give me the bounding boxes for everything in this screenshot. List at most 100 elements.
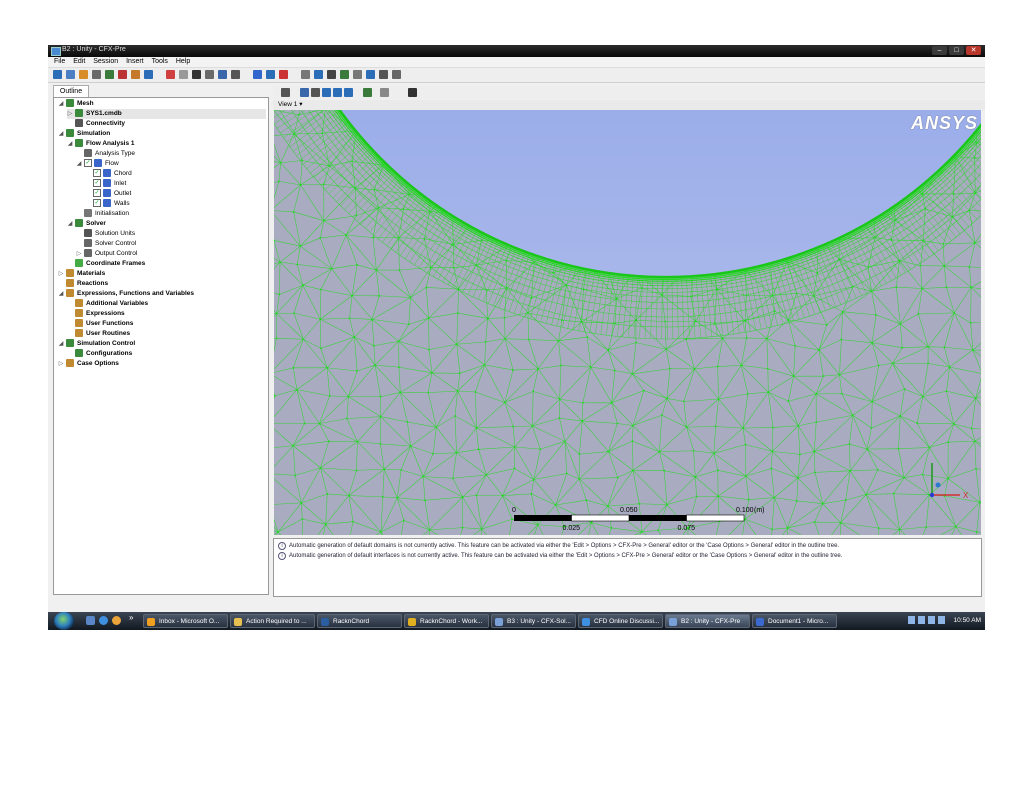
menu-session[interactable]: Session <box>93 57 118 67</box>
menu-insert[interactable]: Insert <box>126 57 144 67</box>
expand-icon[interactable]: ▷ <box>67 109 73 119</box>
tree-item[interactable]: Analysis Type <box>76 149 266 159</box>
toolbar-button-icon[interactable] <box>379 70 388 79</box>
close-button[interactable]: ✕ <box>966 46 981 55</box>
zoom-box-icon[interactable] <box>333 88 342 97</box>
toolbar-button-icon[interactable] <box>266 70 275 79</box>
tree-item[interactable]: Coordinate Frames <box>67 259 266 269</box>
viewport-layout-icon[interactable] <box>380 88 389 97</box>
collapse-icon[interactable]: ◢ <box>58 289 64 299</box>
toolbar-button-icon[interactable] <box>144 70 153 79</box>
tree-item[interactable]: ▷ Output Control <box>76 249 266 259</box>
toolbar-button-icon[interactable] <box>231 70 240 79</box>
tree-item[interactable]: ▷ Materials <box>58 269 266 279</box>
collapse-icon[interactable]: ◢ <box>58 339 64 349</box>
taskbar-button[interactable]: CFD Online Discussi... <box>578 614 663 628</box>
visibility-checkbox[interactable]: ✓ <box>93 189 101 198</box>
zoom-reset-icon[interactable] <box>363 88 372 97</box>
tree-item[interactable]: ◢ Flow Analysis 1 <box>67 139 266 149</box>
taskbar-button[interactable]: Document1 - Micro... <box>752 614 837 628</box>
title-bar[interactable]: B2 : Unity - CFX-Pre – □ ✕ <box>48 45 985 57</box>
tree-item[interactable]: Configurations <box>67 349 266 359</box>
toolbar-button-icon[interactable] <box>192 70 201 79</box>
start-button[interactable] <box>54 612 74 630</box>
tree-item[interactable]: ✓ Inlet <box>85 179 266 189</box>
toolbar-button-icon[interactable] <box>118 70 127 79</box>
tray-icons[interactable] <box>907 616 948 625</box>
toolbar-button-icon[interactable] <box>340 70 349 79</box>
collapse-icon[interactable]: ◢ <box>76 159 82 169</box>
collapse-icon[interactable]: ◢ <box>58 129 64 139</box>
toolbar-button-icon[interactable] <box>327 70 336 79</box>
toolbar-button-icon[interactable] <box>66 70 75 79</box>
toolbar-button-icon[interactable] <box>279 70 288 79</box>
taskbar-button[interactable]: Inbox - Microsoft O... <box>143 614 228 628</box>
toolbar-button-icon[interactable] <box>79 70 88 79</box>
help-icon[interactable] <box>408 88 417 97</box>
tree-item[interactable]: ◢ Expressions, Functions and Variables <box>58 289 266 299</box>
tree-item[interactable]: Connectivity <box>67 119 266 129</box>
visibility-checkbox[interactable]: ✓ <box>93 169 101 178</box>
tree-item[interactable]: ◢ Simulation <box>58 129 266 139</box>
rotate-icon[interactable] <box>300 88 309 97</box>
toolbar-button-icon[interactable] <box>179 70 188 79</box>
visibility-checkbox[interactable]: ✓ <box>93 179 101 188</box>
collapse-icon[interactable]: ◢ <box>58 99 64 109</box>
toolbar-button-icon[interactable] <box>131 70 140 79</box>
media-icon[interactable] <box>112 616 121 625</box>
3d-viewer[interactable]: 0 0.050 0.100 (m) 0.025 0.075 X ANSYS <box>274 110 981 535</box>
visibility-checkbox[interactable]: ✓ <box>84 159 92 168</box>
visibility-checkbox[interactable]: ✓ <box>93 199 101 208</box>
toolbar-button-icon[interactable] <box>314 70 323 79</box>
ie-icon[interactable] <box>99 616 108 625</box>
toolbar-button-icon[interactable] <box>92 70 101 79</box>
toolbar-button-icon[interactable] <box>392 70 401 79</box>
tree-item[interactable]: ▷ SYS1.cmdb <box>67 109 266 119</box>
view-selector[interactable]: View 1 ▾ <box>273 100 985 110</box>
tree-item[interactable]: ◢ Mesh <box>58 99 266 109</box>
tree-item[interactable]: User Functions <box>67 319 266 329</box>
maximize-button[interactable]: □ <box>949 46 964 55</box>
tree-item[interactable]: Additional Variables <box>67 299 266 309</box>
show-desktop-icon[interactable] <box>86 616 95 625</box>
pan-icon[interactable] <box>311 88 320 97</box>
tree-item[interactable]: ✓ Walls <box>85 199 266 209</box>
zoom-icon[interactable] <box>322 88 331 97</box>
taskbar-button[interactable]: B2 : Unity - CFX-Pre <box>665 614 750 628</box>
tree-item[interactable]: ✓ Outlet <box>85 189 266 199</box>
taskbar-button[interactable]: RacknChord <box>317 614 402 628</box>
tree-item[interactable]: User Routines <box>67 329 266 339</box>
collapse-icon[interactable]: ◢ <box>67 219 73 229</box>
toolbar-button-icon[interactable] <box>366 70 375 79</box>
toolbar-button-icon[interactable] <box>353 70 362 79</box>
expand-icon[interactable]: ▷ <box>58 359 64 369</box>
fit-view-icon[interactable] <box>344 88 353 97</box>
tree-item[interactable]: ▷ Case Options <box>58 359 266 369</box>
toolbar-button-icon[interactable] <box>205 70 214 79</box>
clock[interactable]: 10:50 AM <box>954 617 981 624</box>
expand-icon[interactable]: ▷ <box>76 249 82 259</box>
taskbar-button[interactable]: B3 : Unity - CFX-Sol... <box>491 614 576 628</box>
taskbar-button[interactable]: RacknChord - Work... <box>404 614 489 628</box>
tree-item[interactable]: Solver Control <box>76 239 266 249</box>
toolbar-button-icon[interactable] <box>105 70 114 79</box>
tree-item[interactable]: Initialisation <box>76 209 266 219</box>
toolbar-button-icon[interactable] <box>218 70 227 79</box>
chevron-down-icon[interactable]: ▾ <box>299 101 302 108</box>
toolbar-button-icon[interactable] <box>253 70 262 79</box>
tree-item[interactable]: Reactions <box>58 279 266 289</box>
menu-tools[interactable]: Tools <box>152 57 168 67</box>
select-icon[interactable] <box>281 88 290 97</box>
tree-item[interactable]: ◢ Simulation Control <box>58 339 266 349</box>
menu-edit[interactable]: Edit <box>73 57 85 67</box>
toolbar-button-icon[interactable] <box>301 70 310 79</box>
expand-icon[interactable]: ▷ <box>58 269 64 279</box>
toolbar-button-icon[interactable] <box>53 70 62 79</box>
minimize-button[interactable]: – <box>932 46 947 55</box>
collapse-icon[interactable]: ◢ <box>67 139 73 149</box>
tree-item[interactable]: ◢ Solver <box>67 219 266 229</box>
tree-item[interactable]: Solution Units <box>76 229 266 239</box>
tree-item[interactable]: ✓ Chord <box>85 169 266 179</box>
quicklaunch-more[interactable]: » <box>129 613 133 622</box>
toolbar-button-icon[interactable] <box>166 70 175 79</box>
